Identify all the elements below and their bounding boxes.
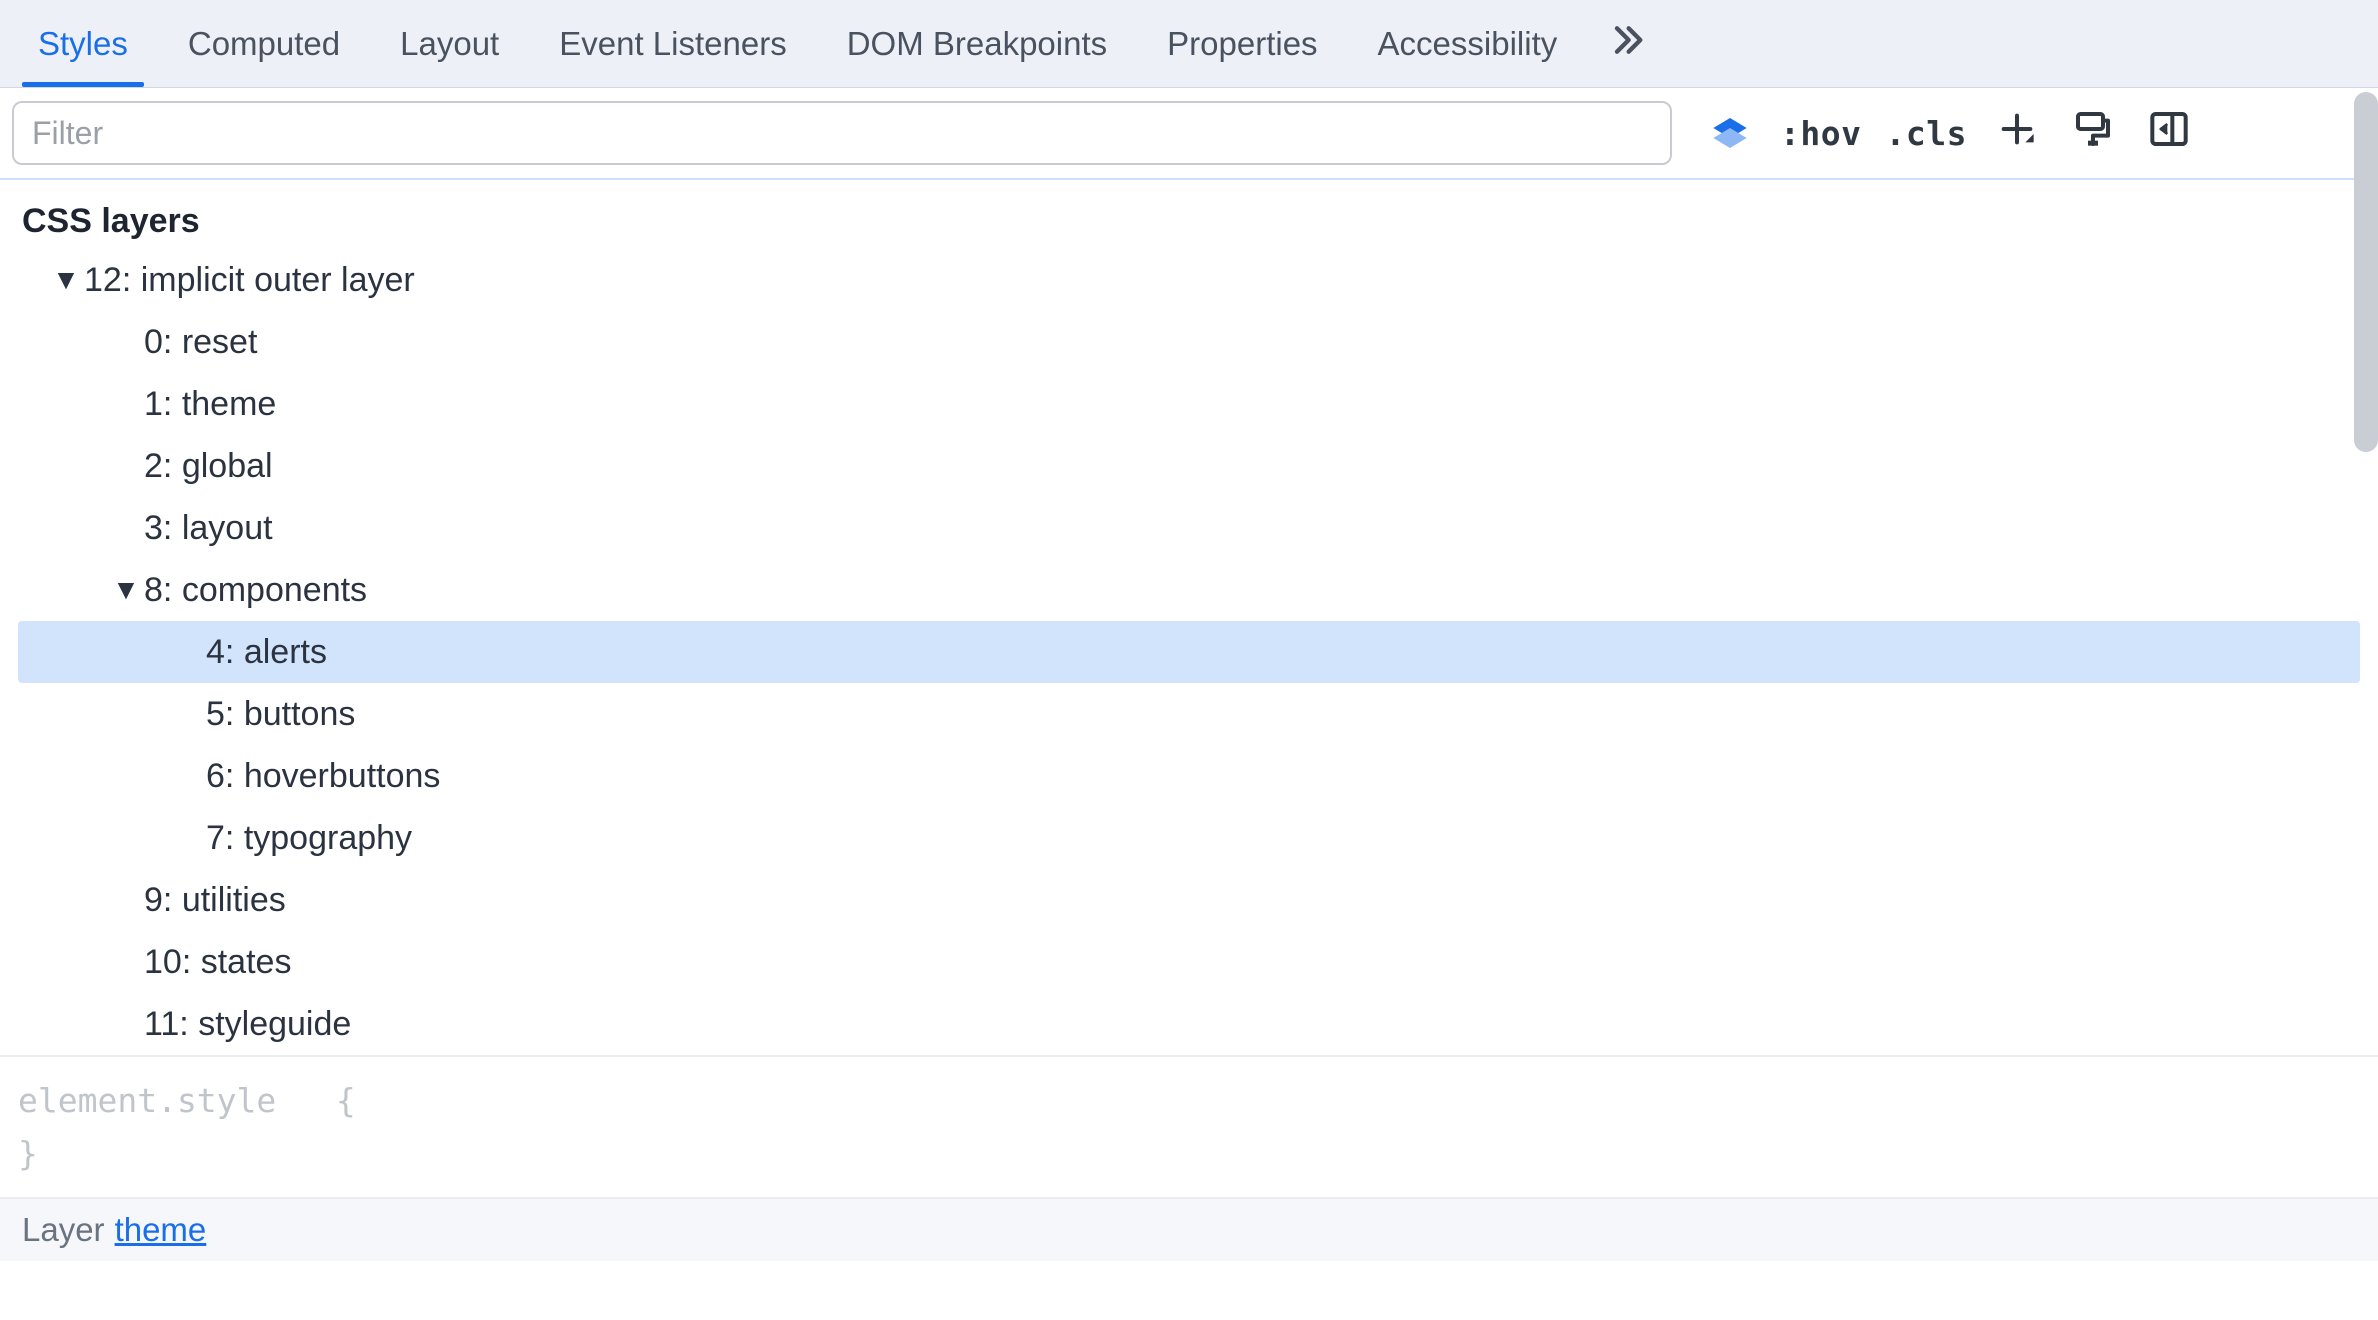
disclosure-triangle-down-icon[interactable]: ▼ (110, 565, 142, 615)
layer-label: styleguide (198, 994, 351, 1055)
chevrons-right-icon (1607, 20, 1647, 68)
css-layers-heading: CSS layers (0, 180, 2378, 249)
layer-index: 9 (144, 870, 163, 931)
tab-label: Properties (1167, 25, 1317, 63)
tab-dom-breakpoints[interactable]: DOM Breakpoints (817, 0, 1137, 87)
layer-row-alerts[interactable]: 4: alerts (18, 621, 2360, 683)
tab-properties[interactable]: Properties (1137, 0, 1347, 87)
hov-toggle[interactable]: :hov (1780, 114, 1861, 153)
layer-row-global[interactable]: 2: global (18, 435, 2360, 497)
paint-icon (2073, 109, 2113, 157)
layer-row-components[interactable]: ▼ 8: components (18, 559, 2360, 621)
computed-styles-icon[interactable] (2067, 107, 2119, 159)
layer-index: 0 (144, 312, 163, 373)
layer-index: 6 (206, 746, 225, 807)
layer-label: hoverbuttons (244, 746, 441, 807)
layer-index: 10 (144, 932, 182, 993)
css-layers-icon[interactable] (1704, 107, 1756, 159)
layer-row-root[interactable]: ▼ 12: implicit outer layer (18, 249, 2360, 311)
layer-index: 4 (206, 622, 225, 683)
panel-right-icon (2149, 109, 2189, 157)
layer-label: layout (182, 498, 273, 559)
layer-label: typography (244, 808, 412, 869)
styles-content: CSS layers ▼ 12: implicit outer layer 0:… (0, 180, 2378, 1320)
sidebar-toggle-icon[interactable] (2143, 107, 2195, 159)
layer-label: global (182, 436, 273, 497)
layer-row-utilities[interactable]: 9: utilities (18, 869, 2360, 931)
layer-index: 3 (144, 498, 163, 559)
layer-label: alerts (244, 622, 327, 683)
css-layers-tree: ▼ 12: implicit outer layer 0: reset 1: t… (0, 249, 2378, 1055)
layer-row-theme[interactable]: 1: theme (18, 373, 2360, 435)
layer-row-layout[interactable]: 3: layout (18, 497, 2360, 559)
layer-label: buttons (244, 684, 356, 745)
tab-accessibility[interactable]: Accessibility (1348, 0, 1588, 87)
layer-row-hoverbuttons[interactable]: 6: hoverbuttons (18, 745, 2360, 807)
element-style-rule[interactable]: element.style { } (0, 1055, 2378, 1197)
toolbar-right-group: :hov .cls (1684, 107, 2195, 159)
layer-label: implicit outer layer (141, 250, 415, 311)
disclosure-triangle-down-icon[interactable]: ▼ (50, 255, 82, 305)
tab-event-listeners[interactable]: Event Listeners (529, 0, 816, 87)
tab-label: Styles (38, 25, 128, 63)
layer-index: 11 (144, 994, 179, 1055)
tab-overflow-button[interactable] (1587, 20, 1667, 68)
layer-index: 7 (206, 808, 225, 869)
layer-label: utilities (182, 870, 286, 931)
tab-bar: Styles Computed Layout Event Listeners D… (0, 0, 2378, 88)
tab-label: DOM Breakpoints (847, 25, 1107, 63)
layer-label: states (201, 932, 292, 993)
layer-row-reset[interactable]: 0: reset (18, 311, 2360, 373)
layer-label: reset (182, 312, 258, 373)
layer-index: 12 (84, 250, 122, 311)
tab-computed[interactable]: Computed (158, 0, 370, 87)
tab-label: Layout (400, 25, 499, 63)
layer-origin-strip: Layer theme (0, 1197, 2378, 1261)
tab-label: Event Listeners (559, 25, 786, 63)
new-style-rule-button[interactable] (1991, 107, 2043, 159)
layer-index: 1 (144, 374, 163, 435)
layer-row-typography[interactable]: 7: typography (18, 807, 2360, 869)
rule-selector: element.style (18, 1081, 276, 1120)
layer-label: components (182, 560, 367, 621)
layer-row-styleguide[interactable]: 11: styleguide (18, 993, 2360, 1055)
layer-index: 5 (206, 684, 225, 745)
styles-toolbar: :hov .cls (0, 88, 2378, 180)
tab-layout[interactable]: Layout (370, 0, 529, 87)
plus-icon (1997, 109, 2037, 157)
layer-index: 8 (144, 560, 163, 621)
filter-input[interactable] (12, 101, 1672, 165)
layer-row-buttons[interactable]: 5: buttons (18, 683, 2360, 745)
tab-label: Accessibility (1378, 25, 1558, 63)
layer-strip-link[interactable]: theme (115, 1211, 207, 1249)
cls-toggle[interactable]: .cls (1885, 114, 1966, 153)
layer-label: theme (182, 374, 277, 435)
rule-close-brace: } (18, 1134, 38, 1173)
layer-strip-prefix: Layer (22, 1211, 105, 1249)
layer-index: 2 (144, 436, 163, 497)
rule-open-brace: { (336, 1081, 356, 1120)
tab-styles[interactable]: Styles (8, 0, 158, 87)
vertical-scrollbar[interactable] (2354, 92, 2378, 452)
tab-label: Computed (188, 25, 340, 63)
layer-row-states[interactable]: 10: states (18, 931, 2360, 993)
